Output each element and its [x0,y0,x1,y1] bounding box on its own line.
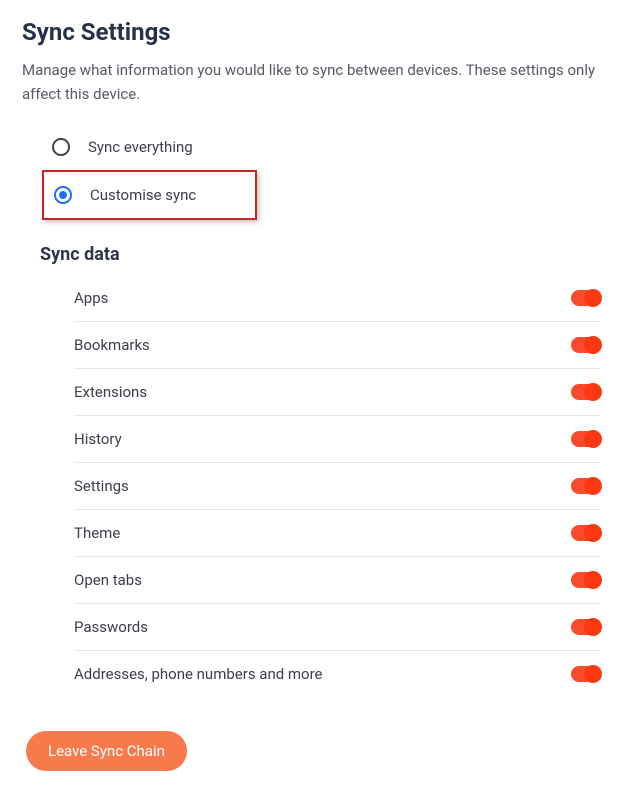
item-label: Settings [74,477,129,495]
item-label: Open tabs [74,571,142,589]
item-label: Theme [74,524,120,542]
item-label: Apps [74,289,108,307]
toggle-open-tabs[interactable] [571,572,601,588]
item-label: Passwords [74,618,148,636]
sync-mode-radio-group: Sync everything Customise sync [42,128,611,220]
toggle-theme[interactable] [571,525,601,541]
toggle-bookmarks[interactable] [571,337,601,353]
radio-label: Sync everything [88,138,193,156]
list-item: Apps [74,275,601,322]
sync-data-list: Apps Bookmarks Extensions History Settin… [74,275,601,697]
list-item: Bookmarks [74,322,601,369]
toggle-knob-icon [584,430,602,448]
sync-data-section-title: Sync data [40,244,611,265]
toggle-knob-icon [584,336,602,354]
list-item: Addresses, phone numbers and more [74,651,601,697]
radio-icon [52,138,70,156]
toggle-knob-icon [584,665,602,683]
list-item: Passwords [74,604,601,651]
toggle-settings[interactable] [571,478,601,494]
toggle-knob-icon [584,289,602,307]
list-item: Settings [74,463,601,510]
list-item: History [74,416,601,463]
toggle-apps[interactable] [571,290,601,306]
radio-customise-sync[interactable]: Customise sync [42,170,257,220]
list-item: Theme [74,510,601,557]
page-title: Sync Settings [22,18,611,46]
item-label: Bookmarks [74,336,150,354]
toggle-knob-icon [584,383,602,401]
toggle-history[interactable] [571,431,601,447]
radio-label: Customise sync [90,186,196,204]
toggle-addresses[interactable] [571,666,601,682]
item-label: History [74,430,122,448]
toggle-knob-icon [584,477,602,495]
radio-icon [54,186,72,204]
leave-sync-chain-button[interactable]: Leave Sync Chain [26,731,187,771]
page-description: Manage what information you would like t… [22,58,611,106]
item-label: Extensions [74,383,147,401]
item-label: Addresses, phone numbers and more [74,665,323,683]
list-item: Open tabs [74,557,601,604]
toggle-extensions[interactable] [571,384,601,400]
radio-dot-icon [59,191,67,199]
toggle-knob-icon [584,618,602,636]
list-item: Extensions [74,369,601,416]
toggle-knob-icon [584,571,602,589]
radio-sync-everything[interactable]: Sync everything [42,128,611,166]
toggle-knob-icon [584,524,602,542]
toggle-passwords[interactable] [571,619,601,635]
